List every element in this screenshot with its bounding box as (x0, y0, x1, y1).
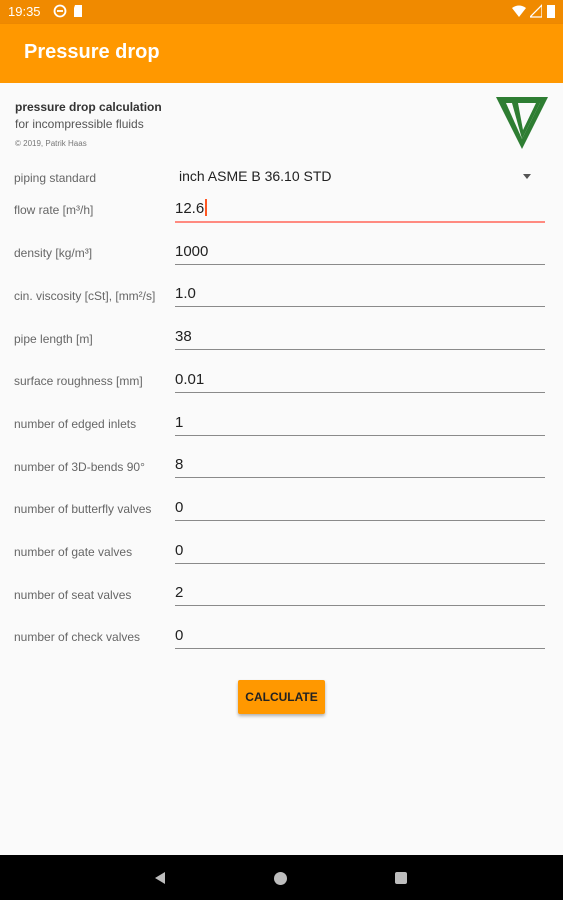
dropdown-arrow-icon (523, 174, 531, 179)
battery-icon (547, 4, 555, 21)
check-valves-label: number of check valves (14, 630, 141, 644)
sync-icon (53, 4, 67, 21)
app-logo-icon (494, 95, 550, 156)
surface-roughness-value: 0.01 (175, 371, 205, 388)
text-cursor (205, 199, 208, 216)
recent-apps-icon[interactable] (395, 872, 407, 884)
density-value: 1000 (175, 243, 209, 260)
viscosity-input[interactable]: 1.0 (175, 280, 545, 307)
edged-inlets-input[interactable]: 1 (175, 409, 545, 436)
sd-card-icon (72, 4, 84, 21)
header-subtitle: for incompressible fluids (15, 117, 144, 131)
surface-roughness-input[interactable]: 0.01 (175, 366, 545, 393)
header-title: pressure drop calculation (15, 100, 162, 114)
viscosity-label: cin. viscosity [cSt], [mm²/s] (14, 289, 156, 303)
viscosity-value: 1.0 (175, 285, 196, 302)
piping-standard-label: piping standard (14, 171, 97, 185)
seat-valves-input[interactable]: 2 (175, 579, 545, 606)
check-valves-input[interactable]: 0 (175, 622, 545, 649)
toolbar-title: Pressure drop (24, 41, 160, 63)
status-bar: 19:35 (0, 0, 563, 24)
butterfly-valves-input[interactable]: 0 (175, 494, 545, 521)
home-icon[interactable] (274, 872, 287, 885)
density-label: density [kg/m³] (14, 246, 93, 260)
bends-input[interactable]: 8 (175, 451, 545, 478)
gate-valves-input[interactable]: 0 (175, 537, 545, 564)
flow-rate-value: 12.6 (175, 200, 205, 217)
density-input[interactable]: 1000 (175, 238, 545, 265)
gate-valves-label: number of gate valves (14, 545, 133, 559)
flow-rate-label: flow rate [m³/h] (14, 203, 94, 217)
gate-valves-value: 0 (175, 542, 184, 559)
main-content: pressure drop calculation for incompress… (0, 83, 563, 855)
pipe-length-label: pipe length [m] (14, 332, 93, 346)
edged-inlets-label: number of edged inlets (14, 417, 137, 431)
seat-valves-value: 2 (175, 584, 184, 601)
navigation-bar (0, 855, 563, 900)
surface-roughness-label: surface roughness [mm] (14, 374, 143, 388)
calculate-button[interactable]: CALCULATE (238, 680, 325, 714)
pipe-length-input[interactable]: 38 (175, 323, 545, 350)
header-copyright: © 2019, Patrik Haas (15, 139, 87, 148)
status-time: 19:35 (8, 4, 41, 19)
bends-label: number of 3D-bends 90° (14, 460, 145, 474)
check-valves-value: 0 (175, 627, 184, 644)
signal-icon (528, 3, 543, 21)
seat-valves-label: number of seat valves (14, 588, 132, 602)
wifi-icon (512, 4, 526, 21)
piping-standard-value: inch ASME B 36.10 STD (179, 168, 332, 184)
butterfly-valves-label: number of butterfly valves (14, 502, 152, 516)
pipe-length-value: 38 (175, 328, 192, 345)
flow-rate-input[interactable]: 12.6 (175, 195, 545, 223)
app-toolbar: Pressure drop (0, 24, 563, 83)
piping-standard-dropdown[interactable]: inch ASME B 36.10 STD (175, 165, 545, 191)
edged-inlets-value: 1 (175, 414, 184, 431)
bends-value: 8 (175, 456, 184, 473)
back-icon[interactable] (154, 871, 166, 890)
butterfly-valves-value: 0 (175, 499, 184, 516)
